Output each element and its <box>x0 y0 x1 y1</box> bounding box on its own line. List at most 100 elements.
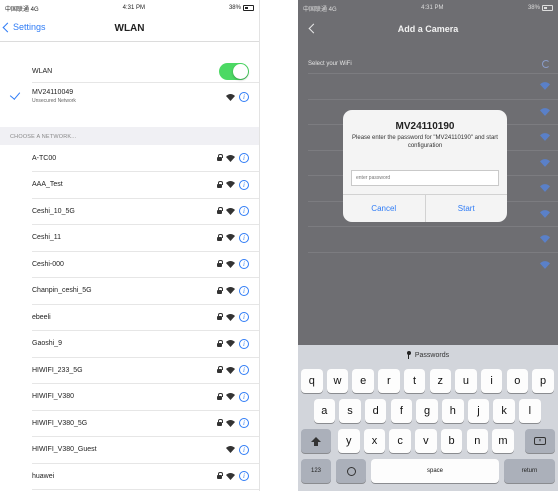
key-q[interactable]: q <box>301 369 323 393</box>
key-g[interactable]: g <box>416 399 438 423</box>
network-row[interactable]: HIWIFI_V380 i <box>0 384 259 411</box>
info-icon[interactable]: i <box>239 259 249 270</box>
refresh-icon[interactable] <box>542 60 550 68</box>
network-name: Ceshi-000 <box>32 260 64 268</box>
connected-network-row[interactable]: MV24110049 Unsecured Network i <box>0 84 259 110</box>
network-row[interactable]: huawei i <box>0 463 259 490</box>
section-header: CHOOSE A NETWORK... <box>0 127 259 145</box>
network-row[interactable]: Chanpin_ceshi_5G i <box>0 278 259 305</box>
start-button[interactable]: Start <box>424 195 508 222</box>
lock-icon <box>217 392 223 400</box>
network-row[interactable]: A-TC00 i <box>0 145 259 172</box>
add-camera-screen: 中国联通 4G 4:31 PM 38% Add a Camera Select … <box>298 0 558 491</box>
battery-percent: 38% <box>527 5 540 11</box>
return-key[interactable]: return <box>504 459 555 483</box>
cancel-button[interactable]: Cancel <box>343 195 425 222</box>
camera-wifi-row[interactable] <box>298 75 558 97</box>
key-t[interactable]: t <box>403 369 426 393</box>
key-x[interactable]: x <box>363 429 386 453</box>
network-row[interactable]: Gaoshi_9 i <box>0 331 259 358</box>
space-key[interactable]: space <box>371 459 499 483</box>
key-e[interactable]: e <box>352 369 374 393</box>
shift-key[interactable] <box>301 429 331 453</box>
info-icon[interactable]: i <box>239 471 249 482</box>
key-d[interactable]: d <box>364 399 387 423</box>
key-a[interactable]: a <box>313 399 335 423</box>
network-row[interactable]: HIWIFI_233_5G i <box>0 357 259 384</box>
network-row[interactable]: HIWIFI_V380_Guest i <box>0 437 259 464</box>
nav-bar: Settings WLAN <box>0 16 259 42</box>
carrier-label: 中国联通 4G <box>303 6 337 13</box>
delete-key[interactable]: × <box>525 429 555 453</box>
lock-icon <box>217 472 223 480</box>
key-u[interactable]: u <box>455 369 477 393</box>
network-row[interactable]: Ceshi_11 i <box>0 225 259 252</box>
key-n[interactable]: n <box>466 429 488 453</box>
dialog-message: Please enter the password for "MV2411019… <box>352 135 498 149</box>
lock-icon <box>217 339 223 347</box>
key-v[interactable]: v <box>415 429 437 453</box>
keyboard: Passwords q w e r t z u i o p a s d f g h j k l y x c v b n m × 123… <box>298 345 558 491</box>
info-icon[interactable]: i <box>239 312 249 323</box>
key-o[interactable]: o <box>506 369 529 393</box>
network-row[interactable]: AAA_Test i <box>0 172 259 199</box>
key-j[interactable]: j <box>467 399 490 423</box>
key-b[interactable]: b <box>440 429 463 453</box>
wlan-toggle[interactable] <box>219 62 249 80</box>
key-w[interactable]: w <box>326 369 349 393</box>
back-button[interactable] <box>308 23 319 34</box>
network-row[interactable]: Ceshi_10_5G i <box>0 198 259 225</box>
lock-icon <box>217 286 223 294</box>
info-icon[interactable]: i <box>239 285 249 296</box>
back-button[interactable]: Settings <box>2 22 46 32</box>
network-row[interactable]: ebeeli i <box>0 304 259 331</box>
key-c[interactable]: c <box>389 429 411 453</box>
info-icon[interactable]: i <box>239 338 249 349</box>
dialog-title: MV24110190 <box>395 121 455 132</box>
globe-key[interactable] <box>336 459 366 483</box>
key-f[interactable]: f <box>390 399 413 423</box>
numbers-key[interactable]: 123 <box>301 459 331 483</box>
key-l[interactable]: l <box>519 399 541 423</box>
network-name: HIWIFI_233_5G <box>32 366 83 374</box>
chevron-left-icon <box>308 23 319 34</box>
info-icon[interactable]: i <box>239 391 249 402</box>
key-m[interactable]: m <box>492 429 514 453</box>
password-input[interactable] <box>351 170 499 186</box>
key-y[interactable]: y <box>338 429 360 453</box>
info-icon[interactable]: i <box>239 232 249 243</box>
password-dialog: MV24110190 Please enter the password for… <box>343 110 507 222</box>
network-name: ebeeli <box>32 313 51 321</box>
passwords-bar[interactable]: Passwords <box>298 345 558 365</box>
wifi-icon <box>226 260 235 268</box>
connected-network-status: Unsecured Network <box>32 98 76 104</box>
network-row[interactable]: HIWIFI_V380_5G i <box>0 410 259 437</box>
key-k[interactable]: k <box>493 399 515 423</box>
back-label: Settings <box>13 22 46 32</box>
battery-icon <box>242 5 254 11</box>
key-h[interactable]: h <box>442 399 464 423</box>
key-p[interactable]: p <box>532 369 554 393</box>
info-icon[interactable]: i <box>239 444 249 455</box>
info-icon[interactable]: i <box>239 365 249 376</box>
wlan-label: WLAN <box>32 67 53 75</box>
nav-bar: Add a Camera <box>298 16 558 42</box>
battery: 38% <box>229 5 254 11</box>
key-r[interactable]: r <box>378 369 400 393</box>
lock-icon <box>217 207 223 215</box>
network-row[interactable]: Ceshi-000 i <box>0 251 259 278</box>
wifi-icon <box>226 472 235 480</box>
info-icon[interactable]: i <box>239 206 249 217</box>
key-i[interactable]: i <box>480 369 503 393</box>
wifi-icon <box>540 82 550 90</box>
info-icon[interactable]: i <box>239 418 249 429</box>
info-icon[interactable]: i <box>239 153 249 164</box>
network-name: A-TC00 <box>32 154 57 162</box>
camera-wifi-row[interactable] <box>298 228 558 250</box>
key-z[interactable]: z <box>429 369 451 393</box>
key-s[interactable]: s <box>339 399 361 423</box>
info-icon[interactable]: i <box>239 179 249 190</box>
camera-wifi-row[interactable] <box>298 254 558 276</box>
info-icon[interactable]: i <box>239 92 249 102</box>
select-wifi-label: Select your WiFi <box>308 61 352 67</box>
